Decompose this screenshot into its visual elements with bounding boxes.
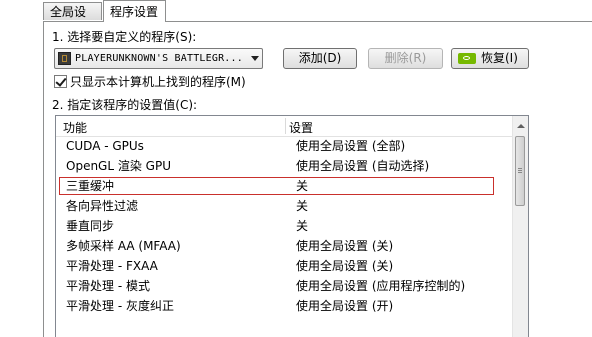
table-row[interactable]: 垂直同步 关	[56, 216, 512, 236]
game-app-icon	[58, 52, 71, 65]
table-row[interactable]: CUDA - GPUs 使用全局设置 (全部)	[56, 136, 512, 156]
setting-cell[interactable]: 关	[296, 176, 308, 196]
scroll-up-icon[interactable]	[517, 124, 525, 128]
table-row[interactable]: OpenGL 渲染 GPU 使用全局设置 (自动选择)	[56, 156, 512, 176]
delete-button[interactable]: 删除(R)	[368, 48, 443, 69]
grip-line	[518, 172, 522, 173]
feature-cell: CUDA - GPUs	[66, 139, 144, 153]
step2-label: 2. 指定该程序的设置值(C):	[52, 98, 198, 112]
table-row[interactable]: 多帧采样 AA (MFAA) 使用全局设置 (关)	[56, 236, 512, 256]
vertical-scrollbar[interactable]	[512, 116, 528, 337]
column-header-setting[interactable]: 设置	[289, 119, 313, 136]
setting-cell[interactable]: 使用全局设置 (关)	[296, 236, 393, 256]
chevron-down-icon[interactable]	[251, 56, 259, 61]
table-row-selected[interactable]: 三重缓冲 关	[56, 176, 512, 196]
column-header-feature[interactable]: 功能	[63, 119, 87, 136]
show-local-programs-label: 只显示本计算机上找到的程序(M)	[70, 75, 246, 89]
feature-cell: 垂直同步	[66, 219, 115, 233]
settings-list-header: 功能 设置	[56, 116, 512, 137]
feature-cell: OpenGL 渲染 GPU	[66, 159, 171, 173]
scrollbar-thumb[interactable]	[515, 136, 525, 206]
program-select-value: PLAYERUNKNOWN'S BATTLEGR...	[75, 53, 243, 64]
setting-cell[interactable]: 使用全局设置 (开)	[296, 296, 393, 316]
setting-cell[interactable]: 使用全局设置 (应用程序控制的)	[296, 276, 465, 296]
add-button[interactable]: 添加(D)	[283, 48, 357, 69]
setting-cell[interactable]: 使用全局设置 (全部)	[296, 136, 405, 156]
grip-line	[518, 168, 522, 169]
feature-cell: 平滑处理 - 灰度纠正	[66, 299, 174, 313]
settings-rows: CUDA - GPUs 使用全局设置 (全部) OpenGL 渲染 GPU 使用全局设…	[56, 136, 512, 316]
tab-global-settings[interactable]: 全局设置	[43, 2, 102, 37]
table-row[interactable]: 平滑处理 - 模式 使用全局设置 (应用程序控制的)	[56, 276, 512, 296]
restore-button[interactable]: 恢复(I)	[451, 48, 529, 69]
table-row[interactable]: 平滑处理 - 灰度纠正 使用全局设置 (开)	[56, 296, 512, 316]
tab-bar: 全局设置 程序设置	[0, 0, 592, 37]
feature-cell: 平滑处理 - 模式	[66, 279, 150, 293]
nvidia-logo-icon	[458, 53, 476, 64]
feature-cell: 三重缓冲	[66, 179, 115, 193]
feature-cell: 平滑处理 - FXAA	[66, 259, 158, 273]
program-select-row: PLAYERUNKNOWN'S BATTLEGR... 添加(D) 删除(R) …	[54, 47, 592, 71]
table-row[interactable]: 平滑处理 - FXAA 使用全局设置 (关)	[56, 256, 512, 276]
setting-cell[interactable]: 关	[296, 216, 308, 236]
table-row[interactable]: 各向异性过滤 关	[56, 196, 512, 216]
grip-line	[518, 170, 522, 171]
feature-cell: 各向异性过滤	[66, 199, 139, 213]
setting-cell[interactable]: 使用全局设置 (自动选择)	[296, 156, 429, 176]
settings-list[interactable]: 功能 设置 CUDA - GPUs 使用全局设置 (全部) OpenGL 渲染 GP…	[55, 115, 529, 337]
setting-cell[interactable]: 使用全局设置 (关)	[296, 256, 393, 276]
tab-program-settings[interactable]: 程序设置	[103, 0, 166, 22]
show-local-programs-checkbox[interactable]	[54, 75, 67, 88]
program-select-dropdown[interactable]: PLAYERUNKNOWN'S BATTLEGR...	[54, 48, 263, 69]
feature-cell: 多帧采样 AA (MFAA)	[66, 239, 181, 253]
selection-outline	[59, 177, 494, 195]
restore-button-label: 恢复(I)	[481, 51, 518, 65]
column-divider[interactable]	[285, 118, 286, 134]
step1-label: 1. 选择要自定义的程序(S):	[52, 30, 197, 44]
setting-cell[interactable]: 关	[296, 196, 308, 216]
